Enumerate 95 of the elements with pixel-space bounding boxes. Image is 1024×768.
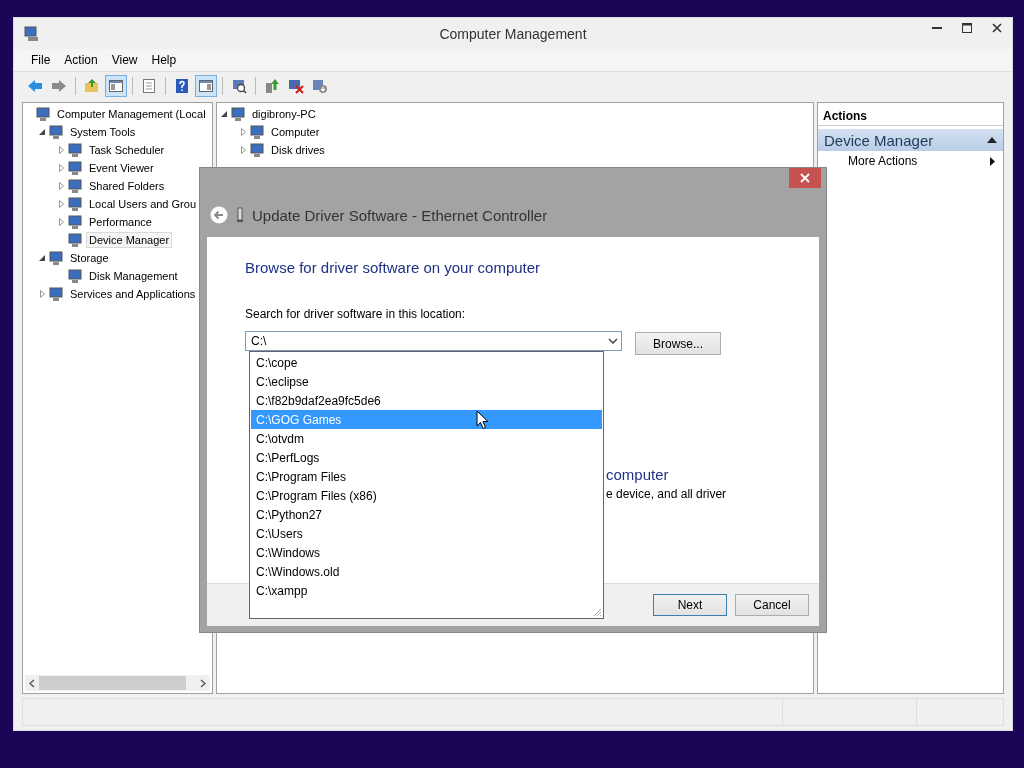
- tree-item[interactable]: Task Scheduler: [86, 142, 168, 158]
- mouse-cursor-icon: [476, 410, 489, 430]
- expanded-arrow-icon[interactable]: [221, 111, 227, 117]
- tree-item[interactable]: Services and Applications: [67, 286, 199, 302]
- tree-item[interactable]: Local Users and Grou: [86, 196, 199, 212]
- disable-icon: [312, 77, 328, 94]
- option-description: e device, and all driver: [606, 487, 727, 501]
- collapsed-arrow-icon[interactable]: [39, 290, 45, 298]
- toolbar-button[interactable]: [195, 74, 217, 97]
- dropdown-option[interactable]: C:\otvdm: [251, 429, 602, 448]
- back-button[interactable]: [210, 206, 228, 224]
- computer-icon: [249, 142, 265, 158]
- tree-item[interactable]: Storage: [67, 250, 112, 266]
- back-arrow-icon: [27, 77, 43, 94]
- tree-item[interactable]: Device Manager: [86, 232, 173, 248]
- tree-item[interactable]: digibrony-PC: [249, 106, 319, 122]
- menu-item[interactable]: Action: [57, 51, 105, 69]
- expanded-arrow-icon[interactable]: [39, 129, 45, 135]
- computer-icon: [35, 106, 51, 122]
- action-item[interactable]: More Actions: [818, 151, 1003, 171]
- collapse-caret-icon: [987, 137, 997, 143]
- pane-icon: [198, 77, 214, 94]
- submenu-arrow-icon: [990, 156, 995, 166]
- menu-item[interactable]: View: [104, 51, 145, 69]
- cancel-button[interactable]: Cancel: [735, 594, 809, 616]
- collapsed-arrow-icon[interactable]: [240, 128, 246, 136]
- next-button[interactable]: Next: [653, 594, 727, 616]
- collapsed-arrow-icon[interactable]: [240, 146, 246, 154]
- close-icon: [800, 173, 810, 183]
- browse-button[interactable]: Browse...: [635, 332, 721, 355]
- computer-icon: [249, 124, 265, 140]
- computer-icon: [67, 232, 83, 248]
- minimize-icon: [932, 27, 942, 29]
- collapsed-arrow-icon[interactable]: [58, 218, 64, 226]
- location-label: Search for driver software in this location:: [245, 307, 466, 321]
- properties-icon: [141, 77, 157, 94]
- toolbar-button[interactable]: [105, 74, 127, 97]
- help-icon: [174, 77, 190, 94]
- folder-up-icon: [84, 77, 100, 94]
- dropdown-option[interactable]: C:\Users: [251, 524, 602, 543]
- computer-icon: [67, 178, 83, 194]
- computer-icon: [67, 268, 83, 284]
- resize-grip-icon[interactable]: [592, 607, 602, 617]
- computer-icon: [67, 160, 83, 176]
- actions-section-header[interactable]: Device Manager: [818, 129, 1003, 151]
- tree-item[interactable]: Computer: [268, 124, 323, 140]
- dialog-title: Update Driver Software - Ethernet Controller: [252, 206, 548, 224]
- tree-item[interactable]: System Tools: [67, 124, 139, 140]
- tree-item[interactable]: Disk drives: [268, 142, 328, 158]
- computer-icon: [67, 214, 83, 230]
- actions-header: Actions: [823, 109, 867, 123]
- tree-item[interactable]: Disk Management: [86, 268, 181, 284]
- collapsed-arrow-icon[interactable]: [58, 146, 64, 154]
- forward-arrow-icon: [51, 77, 67, 94]
- computer-icon: [24, 25, 40, 42]
- computer-icon: [67, 196, 83, 212]
- dropdown-option[interactable]: C:\Windows: [251, 543, 602, 562]
- dropdown-option[interactable]: C:\f82b9daf2ea9fc5de6: [251, 391, 602, 410]
- scroll-left-icon[interactable]: [29, 678, 35, 688]
- tree-item[interactable]: Computer Management (Local: [54, 106, 209, 122]
- dropdown-option[interactable]: C:\Windows.old: [251, 562, 602, 581]
- dropdown-option[interactable]: C:\Program Files: [251, 467, 602, 486]
- tree-item[interactable]: Performance: [86, 214, 155, 230]
- update-icon: [264, 77, 280, 94]
- tree-item[interactable]: Event Viewer: [86, 160, 157, 176]
- maximize-icon: [962, 23, 972, 33]
- dropdown-option[interactable]: C:\PerfLogs: [251, 448, 602, 467]
- collapsed-arrow-icon[interactable]: [58, 182, 64, 190]
- collapsed-arrow-icon[interactable]: [58, 200, 64, 208]
- remove-icon: [288, 77, 304, 94]
- expanded-arrow-icon[interactable]: [39, 255, 45, 261]
- tree-item[interactable]: Shared Folders: [86, 178, 168, 194]
- computer-icon: [230, 106, 246, 122]
- computer-icon: [48, 286, 64, 302]
- dropdown-option[interactable]: C:\cope: [251, 353, 602, 372]
- collapsed-arrow-icon[interactable]: [58, 164, 64, 172]
- computer-icon: [48, 124, 64, 140]
- scan-icon: [231, 77, 247, 94]
- computer-icon: [67, 142, 83, 158]
- horizontal-scrollbar[interactable]: [25, 675, 210, 691]
- location-combo-box[interactable]: C:\: [245, 331, 622, 351]
- dropdown-option[interactable]: C:\eclipse: [251, 372, 602, 391]
- pane-icon: [108, 77, 124, 94]
- menu-item[interactable]: Help: [144, 51, 184, 69]
- scroll-right-icon[interactable]: [200, 678, 206, 688]
- menu-item[interactable]: File: [24, 51, 58, 69]
- device-icon: [236, 207, 244, 223]
- close-icon: [992, 23, 1002, 33]
- computer-icon: [48, 250, 64, 266]
- option-heading: computer: [606, 466, 669, 483]
- dropdown-option[interactable]: C:\Program Files (x86): [251, 486, 602, 505]
- window-title: Computer Management: [439, 25, 587, 42]
- dialog-heading: Browse for driver software on your computer: [245, 259, 541, 276]
- dropdown-option[interactable]: C:\Python27: [251, 505, 602, 524]
- dropdown-option[interactable]: C:\xampp: [251, 581, 602, 600]
